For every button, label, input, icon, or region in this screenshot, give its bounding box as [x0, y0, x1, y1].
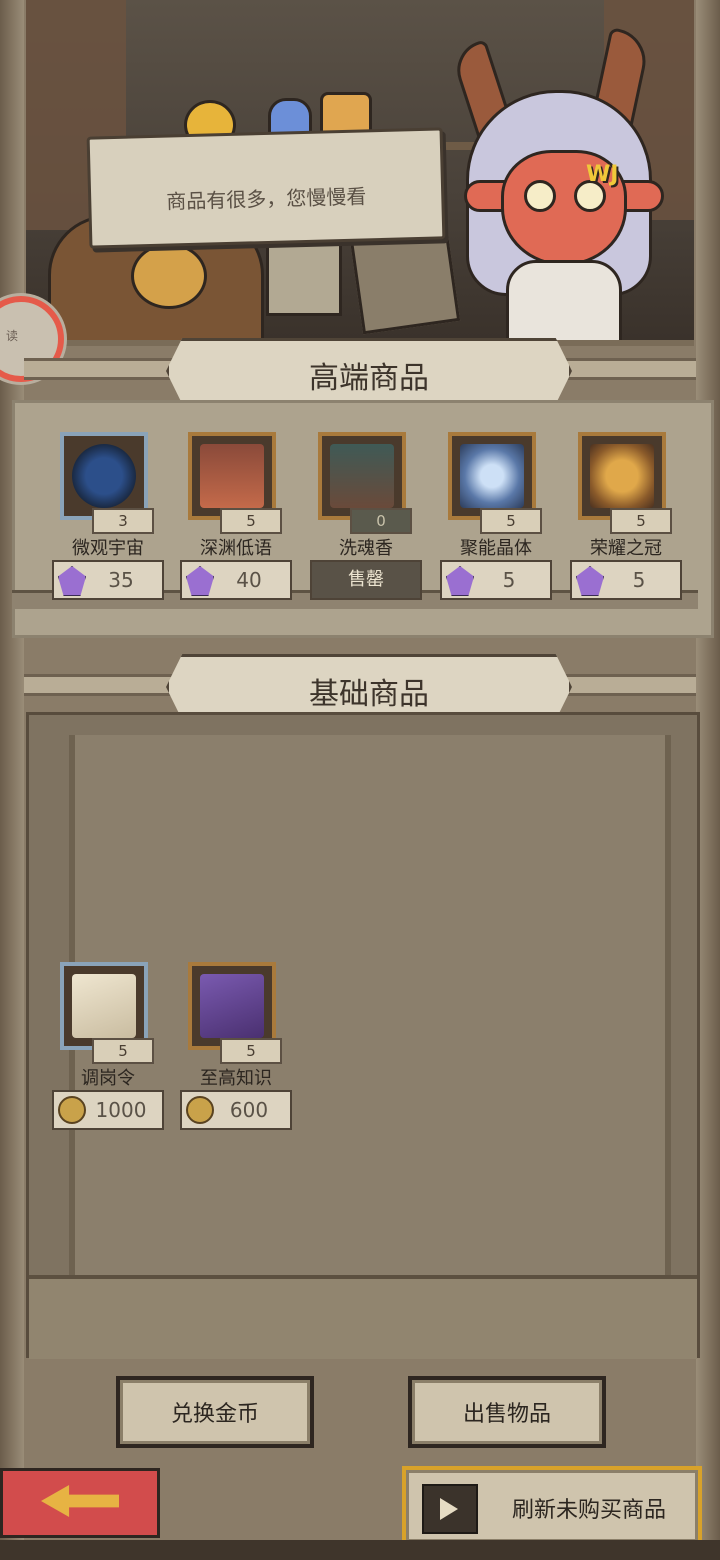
- sold-out-label: 售罄: [310, 560, 422, 600]
- item-count: 3: [92, 508, 154, 534]
- shop-scene: WJ 商品有很多，您慢慢看: [26, 0, 694, 346]
- item-frame: [318, 432, 406, 520]
- crystal-icon: [446, 566, 474, 596]
- back-arrow-icon: [41, 1485, 119, 1517]
- coin-icon: [186, 1096, 214, 1124]
- crate-small: [266, 240, 342, 316]
- item-count: 5: [220, 1038, 282, 1064]
- item-name: 荣耀之冠: [590, 538, 662, 559]
- price-value: 35: [108, 568, 134, 592]
- buy-price-button[interactable]: 5: [440, 560, 552, 600]
- buy-price-button[interactable]: 5: [570, 560, 682, 600]
- item-name: 至高知识: [200, 1068, 272, 1089]
- eye-left: [524, 180, 556, 212]
- item-frame: [188, 432, 276, 520]
- premium-section-banner: 高端商品: [166, 338, 572, 404]
- coin-icon: [58, 1096, 86, 1124]
- book-icon: [200, 974, 264, 1038]
- side-badge-label: 读: [6, 329, 19, 343]
- buy-price-button[interactable]: 35: [52, 560, 164, 600]
- item-count: 5: [92, 1038, 154, 1064]
- buy-price-button[interactable]: 1000: [52, 1090, 164, 1130]
- crystal-icon: [186, 566, 214, 596]
- item-count: 5: [220, 508, 282, 534]
- machine-eye-icon: [131, 243, 207, 309]
- sell-items-button[interactable]: 出售物品: [408, 1376, 606, 1448]
- sell-items-label: 出售物品: [462, 1402, 551, 1427]
- exchange-gold-label: 兑换金币: [170, 1402, 259, 1427]
- price-value: 40: [236, 568, 262, 592]
- refresh-label: 刷新未购买商品: [511, 1498, 666, 1523]
- price-value: 1000: [95, 1098, 147, 1122]
- speech-bubble: 商品有很多，您慢慢看: [86, 127, 446, 249]
- exchange-gold-button[interactable]: 兑换金币: [116, 1376, 314, 1448]
- energy-crystal-icon: [460, 444, 524, 508]
- basic-panel-inner: [69, 735, 671, 1275]
- price-value: 5: [502, 568, 516, 592]
- item-name: 深渊低语: [200, 538, 272, 559]
- helmet-icon: [590, 444, 654, 508]
- hair-clip: WJ: [586, 162, 619, 187]
- demon-shopkeeper: WJ: [446, 27, 676, 340]
- price-value: 5: [632, 568, 646, 592]
- back-button[interactable]: [0, 1468, 160, 1538]
- document-icon: [72, 974, 136, 1038]
- item-frame: [448, 432, 536, 520]
- item-count: 5: [610, 508, 672, 534]
- bottom-border: [0, 1540, 720, 1560]
- speech-text: 商品有很多，您慢慢看: [166, 184, 367, 214]
- crate-large: [349, 225, 461, 335]
- item-frame: [188, 962, 276, 1050]
- item-frame: [60, 962, 148, 1050]
- sold-out-text: 售罄: [348, 569, 384, 590]
- item-frame: [60, 432, 148, 520]
- crystal-icon: [58, 566, 86, 596]
- play-icon: [440, 1498, 458, 1520]
- item-frame: [578, 432, 666, 520]
- price-value: 600: [229, 1098, 269, 1122]
- item-count: 0: [350, 508, 412, 534]
- micro-universe-icon: [72, 444, 136, 508]
- shopkeeper-body: [506, 260, 622, 340]
- basic-section-banner: 基础商品: [166, 654, 572, 720]
- item-name: 微观宇宙: [72, 538, 144, 559]
- basic-section-title: 基础商品: [309, 677, 429, 712]
- premium-section-title: 高端商品: [309, 361, 429, 396]
- item-count: 5: [480, 508, 542, 534]
- incense-burner-icon: [330, 444, 394, 508]
- refresh-unbought-button[interactable]: 刷新未购买商品: [402, 1466, 702, 1546]
- item-name: 调岗令: [81, 1068, 135, 1089]
- video-ad-icon: [422, 1484, 478, 1534]
- buy-price-button[interactable]: 600: [180, 1090, 292, 1130]
- crystal-icon: [576, 566, 604, 596]
- item-name: 洗魂香: [339, 538, 393, 559]
- basic-panel-floor: [29, 1275, 697, 1359]
- item-name: 聚能晶体: [460, 538, 532, 559]
- cassette-tape-icon: [200, 444, 264, 508]
- buy-price-button[interactable]: 40: [180, 560, 292, 600]
